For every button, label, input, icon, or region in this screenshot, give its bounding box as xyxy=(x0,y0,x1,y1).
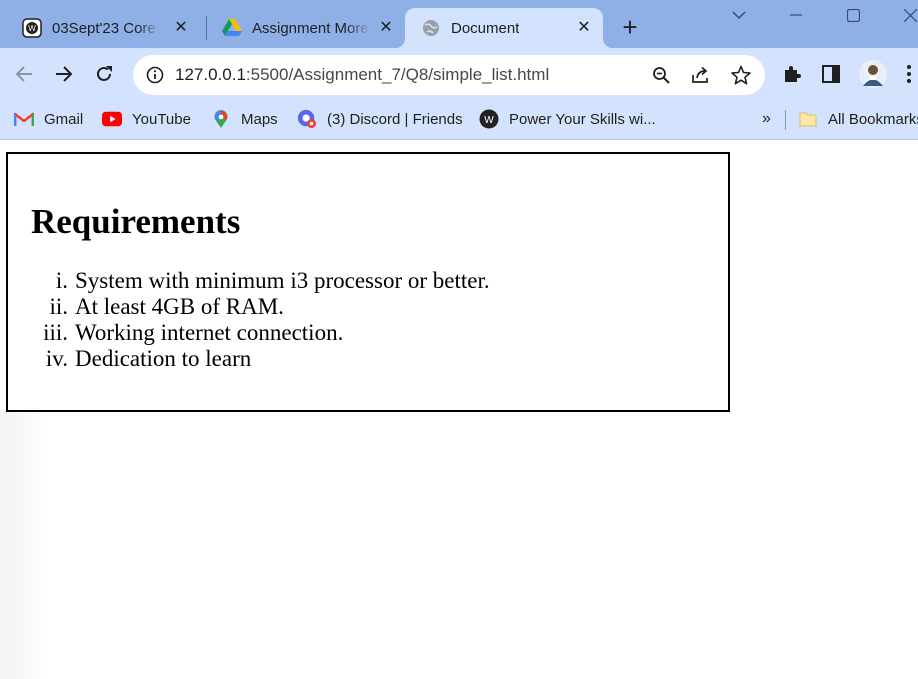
bookmark-label: Power Your Skills wi... xyxy=(509,110,656,128)
tab-title: Assignment More xyxy=(252,19,369,37)
bookmark-label: Gmail xyxy=(44,110,84,128)
url-host: 127.0.0.1 xyxy=(175,65,246,84)
gmail-icon xyxy=(14,109,34,129)
tab-title: 03Sept'23 Core H xyxy=(52,19,160,37)
all-bookmarks-button[interactable]: All Bookmarks xyxy=(798,108,918,130)
extensions-icon[interactable] xyxy=(780,62,804,86)
menu-kebab-icon[interactable] xyxy=(900,62,918,86)
bookmark-label: YouTube xyxy=(132,110,191,128)
bookmark-label: All Bookmarks xyxy=(828,110,918,128)
list-item-number: iii. xyxy=(43,320,68,345)
tab-title: Document xyxy=(451,19,520,37)
globe-icon xyxy=(421,18,441,38)
bookmarks-bar: Gmail YouTube Maps (3) Discord | Friends… xyxy=(0,100,918,140)
new-tab-button[interactable]: + xyxy=(618,14,642,40)
list-item-text: System with minimum i3 processor or bett… xyxy=(75,268,490,293)
close-tab-icon[interactable]: ✕ xyxy=(377,18,395,36)
list-item-number: i. xyxy=(55,268,68,293)
youtube-icon xyxy=(102,109,122,129)
tab-document[interactable]: Document ✕ xyxy=(395,8,613,48)
bookmark-gmail[interactable]: Gmail xyxy=(14,108,83,130)
side-panel-icon[interactable] xyxy=(819,62,843,86)
tab-strip: W 03Sept'23 Core H ✕ Assignment More ✕ D… xyxy=(0,0,918,48)
pw-logo-icon: W xyxy=(479,109,499,129)
list-item-text: At least 4GB of RAM. xyxy=(75,294,284,319)
url-path: :5500/Assignment_7/Q8/simple_list.html xyxy=(245,65,550,84)
svg-text:W: W xyxy=(28,24,36,33)
list-item-number: iv. xyxy=(45,346,68,371)
site-info-icon[interactable] xyxy=(143,63,167,87)
list-item-text: Dedication to learn xyxy=(75,346,252,371)
close-tab-icon[interactable]: ✕ xyxy=(172,18,190,36)
bookmark-discord[interactable]: (3) Discord | Friends xyxy=(297,108,463,130)
svg-text:W: W xyxy=(484,115,494,126)
folder-icon xyxy=(798,109,818,129)
bookmark-power-your-skills[interactable]: W Power Your Skills wi... xyxy=(479,108,656,130)
bookmark-star-icon[interactable] xyxy=(729,63,753,87)
bookmark-maps[interactable]: Maps xyxy=(211,108,278,130)
requirements-box: Requirements i. System with minimum i3 p… xyxy=(6,152,730,412)
minimize-icon[interactable] xyxy=(781,4,811,26)
bookmark-label: Maps xyxy=(241,110,278,128)
bookmarks-overflow-button[interactable]: » xyxy=(762,108,771,130)
list-item-text: Working internet connection. xyxy=(75,320,344,345)
tab-search-icon[interactable] xyxy=(724,4,754,26)
list-item-number: ii. xyxy=(49,294,68,319)
address-bar[interactable]: 127.0.0.1:5500/Assignment_7/Q8/simple_li… xyxy=(133,55,765,95)
page-viewport: Requirements i. System with minimum i3 p… xyxy=(0,141,918,679)
tab-assignment[interactable]: Assignment More ✕ xyxy=(200,8,405,48)
browser-toolbar: 127.0.0.1:5500/Assignment_7/Q8/simple_li… xyxy=(0,48,918,100)
bookmark-youtube[interactable]: YouTube xyxy=(102,108,191,130)
tab-core[interactable]: W 03Sept'23 Core H ✕ xyxy=(0,8,200,48)
maps-icon xyxy=(211,109,231,129)
profile-avatar[interactable] xyxy=(858,59,888,89)
close-tab-icon[interactable]: ✕ xyxy=(575,18,593,36)
bookmark-label: (3) Discord | Friends xyxy=(327,110,463,128)
pw-logo-icon: W xyxy=(22,18,42,38)
forward-arrow-icon[interactable] xyxy=(52,62,76,86)
zoom-icon[interactable] xyxy=(649,63,673,87)
back-arrow-icon[interactable] xyxy=(12,62,36,86)
bookmark-divider xyxy=(785,110,786,130)
url-text: 127.0.0.1:5500/Assignment_7/Q8/simple_li… xyxy=(175,65,549,85)
discord-icon xyxy=(297,109,317,129)
share-icon[interactable] xyxy=(689,63,713,87)
close-window-icon[interactable] xyxy=(895,4,918,26)
google-drive-icon xyxy=(222,18,242,38)
page-title: Requirements xyxy=(31,202,241,241)
maximize-icon[interactable] xyxy=(838,4,868,26)
reload-icon[interactable] xyxy=(92,62,116,86)
